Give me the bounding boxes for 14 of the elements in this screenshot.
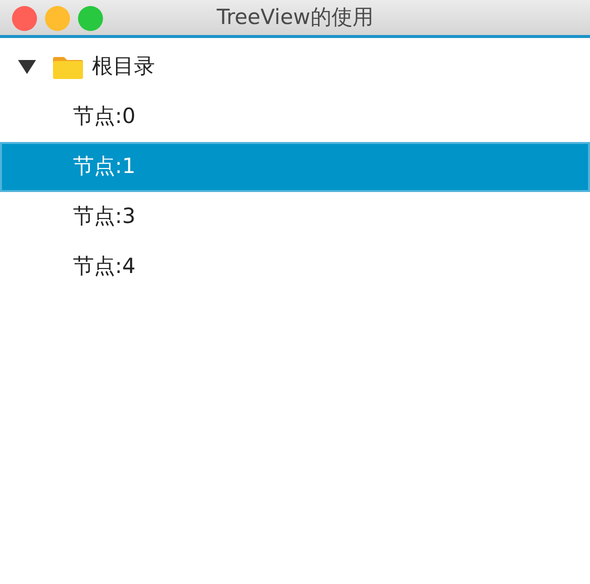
tree-item-label: 节点:0 bbox=[73, 103, 136, 130]
window-title: TreeView的使用 bbox=[216, 4, 374, 29]
tree-item-label: 节点:4 bbox=[73, 253, 136, 280]
tree-item[interactable]: 节点:4 bbox=[0, 242, 590, 292]
close-button[interactable] bbox=[12, 6, 37, 31]
tree-item-label: 根目录 bbox=[92, 53, 155, 80]
minimize-button[interactable] bbox=[45, 6, 70, 31]
tree-item-label: 节点:3 bbox=[73, 203, 136, 230]
tree-item[interactable]: 节点:3 bbox=[0, 192, 590, 242]
folder-icon bbox=[52, 55, 84, 79]
maximize-button[interactable] bbox=[78, 6, 103, 31]
collapse-icon[interactable] bbox=[18, 60, 36, 74]
tree-item-label: 节点:1 bbox=[73, 153, 136, 180]
tree-item[interactable]: 节点:0 bbox=[0, 92, 590, 142]
